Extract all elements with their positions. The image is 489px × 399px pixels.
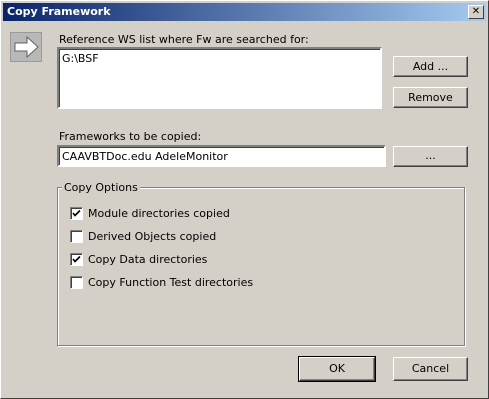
reference-ws-list[interactable]: G:\BSF: [57, 47, 382, 109]
frameworks-field[interactable]: CAAVBTDoc.edu AdeleMonitor: [57, 145, 386, 167]
add-button[interactable]: Add ...: [393, 56, 468, 77]
close-button[interactable]: ✕: [468, 5, 484, 19]
option-label: Derived Objects copied: [88, 230, 217, 243]
add-button-label: Add ...: [412, 60, 449, 73]
checkbox-module-directories[interactable]: [70, 207, 83, 220]
list-item[interactable]: G:\BSF: [62, 52, 99, 65]
remove-button[interactable]: Remove: [393, 87, 468, 108]
copy-framework-dialog: Copy Framework ✕ Reference WS list where…: [0, 0, 489, 399]
browse-button[interactable]: ...: [393, 146, 468, 167]
checkbox-copy-function-test-directories[interactable]: [70, 276, 83, 289]
title-bar[interactable]: Copy Framework ✕: [3, 3, 486, 21]
option-label: Module directories copied: [88, 207, 230, 220]
window-title: Copy Framework: [7, 5, 111, 18]
checkbox-copy-data-directories[interactable]: [70, 253, 83, 266]
browse-button-label: ...: [425, 149, 436, 162]
arrow-right-icon: [10, 32, 42, 62]
checkmark-icon: [72, 255, 81, 263]
copy-options-label: Copy Options: [62, 181, 140, 194]
checkbox-derived-objects[interactable]: [70, 230, 83, 243]
cancel-button-label: Cancel: [411, 362, 450, 375]
frameworks-label: Frameworks to be copied:: [59, 130, 202, 143]
close-icon: ✕: [471, 6, 481, 17]
checkmark-icon: [72, 209, 81, 217]
frameworks-field-value: CAAVBTDoc.edu AdeleMonitor: [62, 150, 228, 163]
option-label: Copy Function Test directories: [88, 276, 254, 289]
reference-list-label: Reference WS list where Fw are searched …: [59, 33, 309, 46]
option-label: Copy Data directories: [88, 253, 208, 266]
ok-button[interactable]: OK: [298, 356, 376, 382]
ok-button-label: OK: [329, 362, 345, 375]
cancel-button[interactable]: Cancel: [393, 357, 468, 381]
remove-button-label: Remove: [408, 91, 453, 104]
